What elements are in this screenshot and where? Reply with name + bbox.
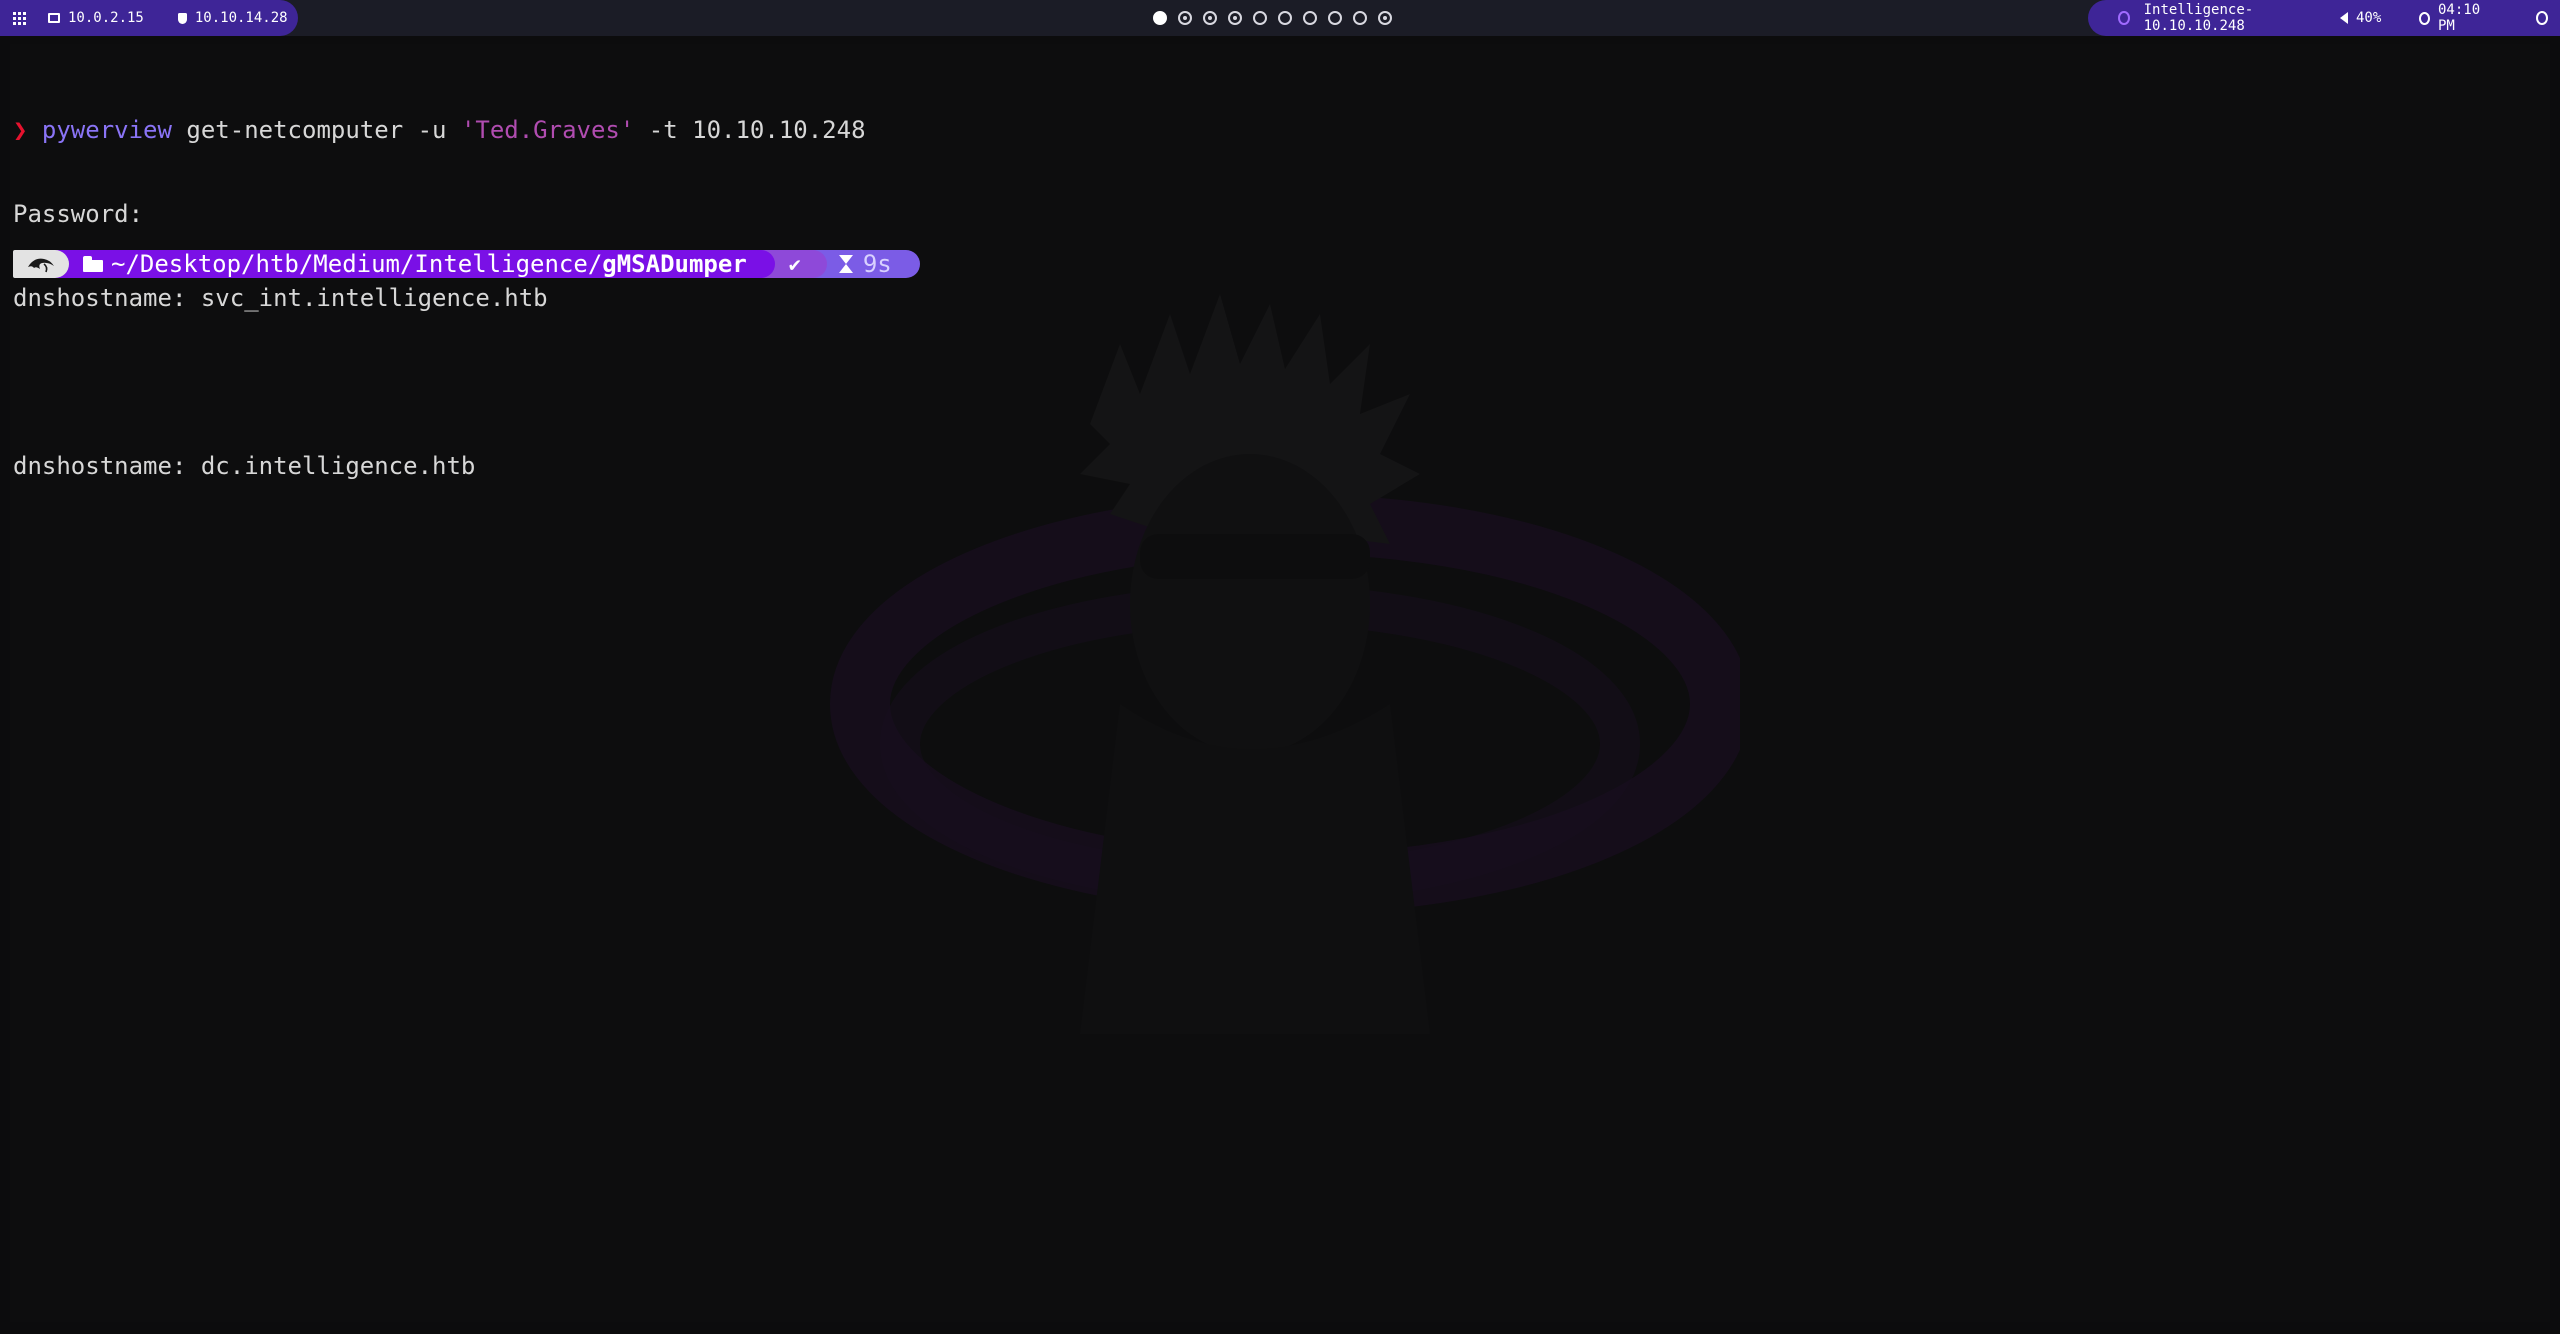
vpn-ip-item: 10.10.14.28: [177, 10, 288, 26]
workspace-8-button[interactable]: [1328, 11, 1342, 25]
duration-label: 9s: [862, 250, 892, 278]
output-line: dnshostname: dc.intelligence.htb: [13, 452, 476, 480]
topbar-left-module: 10.0.2.15 10.10.14.28: [0, 0, 298, 36]
kali-dragon-icon: [28, 258, 54, 273]
target-item: Intelligence-10.10.10.248: [2118, 2, 2304, 34]
workspace-2-button[interactable]: [1178, 11, 1192, 25]
volume-label: 40%: [2356, 10, 2382, 26]
workspace-4-button[interactable]: [1228, 11, 1242, 25]
target-label: Intelligence-10.10.10.248: [2143, 2, 2254, 34]
volume-item[interactable]: 40%: [2340, 10, 2381, 26]
check-icon: ✔: [788, 252, 801, 276]
workspace-6-button[interactable]: [1278, 11, 1292, 25]
workspace-5-button[interactable]: [1253, 11, 1267, 25]
command-program: pywerview: [41, 116, 172, 144]
cwd-base: ~/Desktop/htb/Medium/Intelligence/: [111, 250, 603, 278]
clock-item: 04:10 PM: [2419, 2, 2488, 34]
workspace-10-button[interactable]: [1378, 11, 1392, 25]
monitor-icon: [48, 13, 60, 23]
os-segment: [13, 250, 69, 278]
speaker-icon: [2340, 12, 2348, 24]
wallpaper-character-art: [830, 294, 1740, 1034]
topbar-right-module: Intelligence-10.10.10.248 40% 04:10 PM: [2088, 0, 2560, 36]
output-line: dnshostname: svc_int.intelligence.htb: [13, 284, 548, 312]
app-menu-icon[interactable]: [13, 11, 26, 25]
vpn-ip-label: 10.10.14.28: [194, 10, 288, 26]
workspace-9-button[interactable]: [1353, 11, 1367, 25]
target-icon: [2118, 11, 2130, 25]
command-args-tail: -t 10.10.10.248: [634, 116, 866, 144]
hourglass-icon: [838, 255, 853, 273]
top-bar: 10.0.2.15 10.10.14.28 Intelligence-10.10…: [0, 0, 2560, 36]
terminal-output: ❯ pywerview get-netcomputer -u 'Ted.Grav…: [13, 60, 866, 536]
command-args: get-netcomputer -u: [171, 116, 461, 144]
terminal-viewport[interactable]: ❯ pywerview get-netcomputer -u 'Ted.Grav…: [10, 44, 2550, 1322]
terminal-window[interactable]: ❯ pywerview get-netcomputer -u 'Ted.Grav…: [0, 36, 2560, 1334]
duration-segment: 9s: [812, 250, 920, 278]
clock-icon: [2419, 11, 2430, 25]
prompt-arrow-icon: ❯: [13, 116, 28, 144]
workspace-3-button[interactable]: [1203, 11, 1217, 25]
cwd-segment: ~/Desktop/htb/Medium/Intelligence/gMSADu…: [55, 250, 775, 278]
workspace-switcher: [1153, 0, 1392, 36]
output-line: Password:: [13, 200, 144, 228]
powerline-prompt: ~/Desktop/htb/Medium/Intelligence/gMSADu…: [13, 250, 920, 278]
shield-icon: [177, 12, 187, 24]
workspace-7-button[interactable]: [1303, 11, 1317, 25]
cwd-current-dir: gMSADumper: [602, 250, 747, 278]
folder-open-icon: [83, 256, 105, 272]
local-ip-label: 10.0.2.15: [68, 10, 144, 26]
command-line: ❯ pywerview get-netcomputer -u 'Ted.Grav…: [13, 116, 866, 144]
command-quoted-arg: 'Ted.Graves': [460, 116, 635, 144]
clock-label: 04:10 PM: [2438, 2, 2481, 34]
power-icon[interactable]: [2536, 11, 2548, 25]
workspace-1-button[interactable]: [1153, 11, 1167, 25]
local-ip-item: 10.0.2.15: [48, 10, 144, 26]
